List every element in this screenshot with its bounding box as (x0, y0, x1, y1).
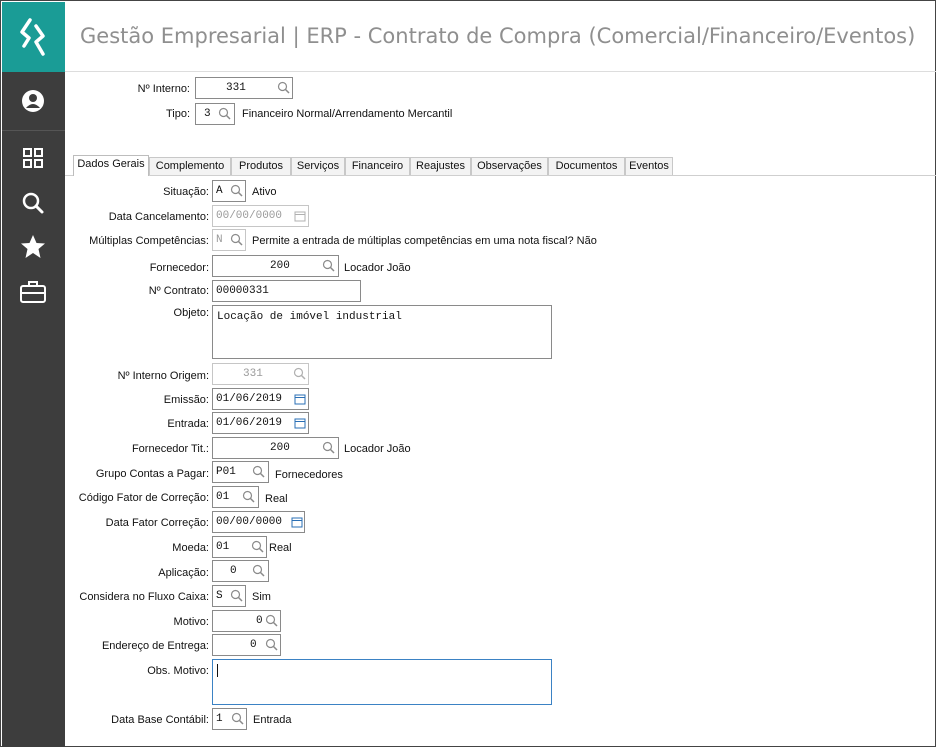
contrato-field[interactable]: 00000331 (212, 280, 361, 302)
fornecedor-tit-label: Fornecedor Tit.: (131, 443, 209, 455)
obs-motivo-textarea[interactable] (212, 659, 552, 705)
emissao-field[interactable]: 01/06/2019 (212, 388, 309, 410)
title-bar: Gestão Empresarial | ERP - Contrato de C… (65, 2, 936, 72)
contrato-label: Nº Contrato: (148, 285, 209, 297)
interno-origem-label: Nº Interno Origem: (117, 370, 209, 382)
tab-strip: Dados Gerais Complemento Produtos Serviç… (73, 155, 673, 176)
situacao-label: Situação: (163, 186, 209, 198)
fornecedor-description: Locador João (344, 262, 411, 274)
fator-correcao-field[interactable]: 01 (212, 486, 259, 508)
aplicacao-field[interactable]: 0 (212, 560, 269, 582)
fluxo-caixa-description: Sim (252, 591, 271, 603)
magnifier-icon[interactable] (264, 613, 280, 629)
emissao-label: Emissão: (163, 394, 209, 406)
data-fator-field[interactable]: 00/00/0000 (212, 511, 305, 533)
tipo-description: Financeiro Normal/Arrendamento Mercantil (242, 108, 453, 120)
star-icon[interactable] (18, 232, 48, 262)
data-cancelamento-field[interactable]: 00/00/0000 (212, 205, 309, 227)
magnifier-icon[interactable] (241, 489, 257, 505)
app-window: Gestão Empresarial | ERP - Contrato de C… (0, 0, 936, 747)
calendar-icon[interactable] (294, 393, 306, 405)
briefcase-icon[interactable] (18, 277, 48, 307)
magnifier-icon[interactable] (230, 711, 246, 727)
fornecedor-tit-description: Locador João (344, 443, 411, 455)
interno-field[interactable]: 331 (195, 77, 293, 99)
sidebar (2, 2, 65, 747)
motivo-field[interactable]: 0 (212, 610, 281, 632)
calendar-icon[interactable] (294, 417, 306, 429)
aplicacao-label: Aplicação: (158, 567, 209, 579)
fluxo-caixa-field[interactable]: S (212, 585, 246, 607)
moeda-label: Moeda: (172, 542, 209, 554)
moeda-field[interactable]: 01 (212, 536, 267, 558)
grupo-contas-label: Grupo Contas a Pagar: (95, 468, 209, 480)
user-icon[interactable] (18, 86, 48, 116)
endereco-entrega-label: Endereço de Entrega: (101, 640, 209, 652)
data-base-label: Data Base Contábil: (111, 714, 209, 726)
text-cursor (217, 664, 218, 677)
magnifier-icon[interactable] (251, 464, 267, 480)
endereco-entrega-field[interactable]: 0 (212, 634, 281, 656)
situacao-description: Ativo (252, 186, 277, 198)
tab-produtos[interactable]: Produtos (231, 157, 291, 175)
magnifier-icon[interactable] (321, 440, 337, 456)
magnifier-icon[interactable] (276, 80, 292, 96)
tipo-field[interactable]: 3 (195, 103, 235, 125)
tab-dados-gerais[interactable]: Dados Gerais (73, 155, 149, 176)
sidebar-divider (2, 130, 65, 131)
motivo-label: Motivo: (173, 616, 209, 628)
magnifier-icon[interactable] (229, 232, 245, 248)
tab-eventos[interactable]: Eventos (625, 157, 673, 175)
grupo-contas-description: Fornecedores (275, 469, 343, 481)
objeto-textarea[interactable]: Locação de imóvel industrial (212, 305, 552, 359)
situacao-field[interactable]: A (212, 180, 246, 202)
magnifier-icon[interactable] (250, 539, 266, 555)
tab-reajustes[interactable]: Reajustes (410, 157, 471, 175)
tab-documentos[interactable]: Documentos (548, 157, 625, 175)
interno-origem-field[interactable]: 331 (212, 363, 309, 385)
fornecedor-field[interactable]: 200 (212, 255, 339, 277)
multiplas-description: Permite a entrada de múltiplas competênc… (252, 235, 597, 247)
tab-complemento[interactable]: Complemento (149, 157, 231, 175)
tab-servicos[interactable]: Serviços (291, 157, 345, 175)
logo-icon[interactable] (2, 2, 65, 72)
fornecedor-label: Fornecedor: (149, 262, 209, 274)
multiplas-field[interactable]: N (212, 229, 246, 251)
interno-label: Nº Interno: (137, 83, 190, 95)
data-base-description: Entrada (253, 714, 292, 726)
window-title: Gestão Empresarial | ERP - Contrato de C… (80, 24, 916, 48)
fornecedor-tit-field[interactable]: 200 (212, 437, 339, 459)
magnifier-icon[interactable] (321, 258, 337, 274)
data-cancelamento-label: Data Cancelamento: (108, 211, 209, 223)
fator-correcao-label: Código Fator de Correção: (78, 492, 209, 504)
calendar-icon[interactable] (294, 210, 306, 222)
tab-observacoes[interactable]: Observações (471, 157, 548, 175)
fator-correcao-description: Real (265, 493, 288, 505)
entrada-label: Entrada: (167, 418, 209, 430)
tab-financeiro[interactable]: Financeiro (345, 157, 410, 175)
objeto-label: Objeto: (173, 307, 209, 319)
grupo-contas-field[interactable]: P01 (212, 461, 269, 483)
magnifier-icon[interactable] (264, 637, 280, 653)
calendar-icon[interactable] (291, 516, 303, 528)
tab-strip-line (65, 175, 936, 176)
magnifier-icon[interactable] (251, 563, 267, 579)
magnifier-icon[interactable] (292, 366, 308, 382)
entrada-field[interactable]: 01/06/2019 (212, 412, 309, 434)
magnifier-icon[interactable] (229, 183, 245, 199)
multiplas-label: Múltiplas Competências: (89, 235, 209, 247)
fluxo-caixa-label: Considera no Fluxo Caixa: (79, 591, 209, 603)
data-base-field[interactable]: 1 (212, 708, 247, 730)
magnifier-icon[interactable] (217, 106, 233, 122)
grid-icon[interactable] (18, 143, 48, 173)
moeda-description: Real (269, 542, 292, 554)
search-icon[interactable] (18, 188, 48, 218)
tipo-label: Tipo: (165, 108, 190, 120)
data-fator-label: Data Fator Correção: (105, 517, 209, 529)
obs-motivo-label: Obs. Motivo: (147, 665, 209, 677)
magnifier-icon[interactable] (229, 588, 245, 604)
